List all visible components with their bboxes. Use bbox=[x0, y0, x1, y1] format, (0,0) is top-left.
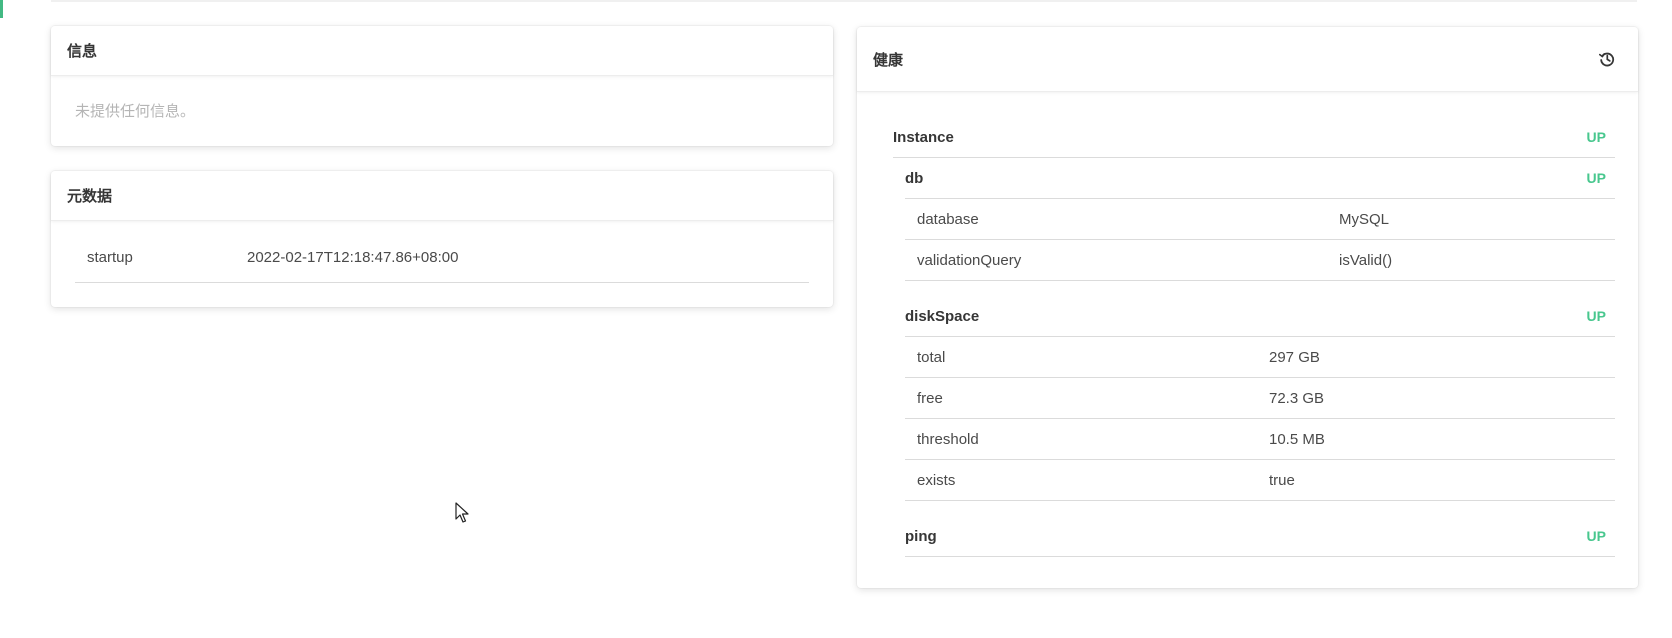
history-icon[interactable] bbox=[1596, 48, 1618, 70]
mouse-cursor-icon bbox=[455, 502, 469, 523]
status-badge: UP bbox=[1586, 170, 1606, 186]
metadata-row: startup 2022-02-17T12:18:47.86+08:00 bbox=[75, 233, 809, 283]
detail-value: 297 GB bbox=[1269, 348, 1320, 366]
health-card: 健康 Instance UP db UP database MySQL vali… bbox=[857, 27, 1638, 588]
metadata-key: startup bbox=[87, 249, 133, 266]
health-row-db: db UP bbox=[905, 158, 1615, 199]
detail-value: true bbox=[1269, 471, 1295, 489]
metadata-card-header: 元数据 bbox=[51, 171, 833, 221]
health-diskspace-label: diskSpace bbox=[905, 307, 980, 325]
detail-key: database bbox=[917, 210, 979, 228]
detail-value: isValid() bbox=[1339, 251, 1393, 269]
info-card: 信息 未提供任何信息。 bbox=[51, 26, 833, 146]
health-card-title: 健康 bbox=[873, 51, 904, 69]
detail-value: 72.3 GB bbox=[1269, 389, 1325, 407]
top-divider bbox=[51, 0, 1637, 2]
detail-value: MySQL bbox=[1339, 210, 1390, 228]
health-card-header: 健康 bbox=[857, 27, 1638, 92]
info-card-title: 信息 bbox=[67, 43, 98, 60]
health-row-diskspace: diskSpace UP bbox=[905, 296, 1615, 337]
detail-key: validationQuery bbox=[917, 251, 1022, 269]
health-detail-row: threshold 10.5 MB bbox=[905, 419, 1615, 460]
health-row-ping: ping UP bbox=[905, 516, 1615, 557]
detail-value: 10.5 MB bbox=[1269, 430, 1325, 448]
health-db-label: db bbox=[905, 169, 924, 187]
status-badge: UP bbox=[1586, 528, 1606, 544]
health-detail-row: total 297 GB bbox=[905, 337, 1615, 378]
health-detail-row: exists true bbox=[905, 460, 1615, 501]
status-badge: UP bbox=[1586, 308, 1606, 324]
detail-key: threshold bbox=[917, 430, 979, 448]
detail-key: free bbox=[917, 389, 943, 407]
health-detail-row: validationQuery isValid() bbox=[905, 240, 1615, 281]
metadata-card-title: 元数据 bbox=[67, 188, 113, 205]
left-accent-bar bbox=[0, 0, 3, 18]
health-detail-row: database MySQL bbox=[905, 199, 1615, 240]
status-badge: UP bbox=[1586, 129, 1606, 145]
health-row-instance: Instance UP bbox=[893, 117, 1615, 158]
info-empty-text: 未提供任何信息。 bbox=[75, 103, 196, 120]
detail-key: total bbox=[917, 348, 946, 366]
health-ping-label: ping bbox=[905, 527, 937, 545]
health-instance-label: Instance bbox=[893, 128, 954, 146]
info-card-header: 信息 bbox=[51, 26, 833, 76]
detail-key: exists bbox=[917, 471, 956, 489]
health-detail-row: free 72.3 GB bbox=[905, 378, 1615, 419]
metadata-card: 元数据 startup 2022-02-17T12:18:47.86+08:00 bbox=[51, 171, 833, 307]
metadata-value: 2022-02-17T12:18:47.86+08:00 bbox=[247, 249, 459, 266]
